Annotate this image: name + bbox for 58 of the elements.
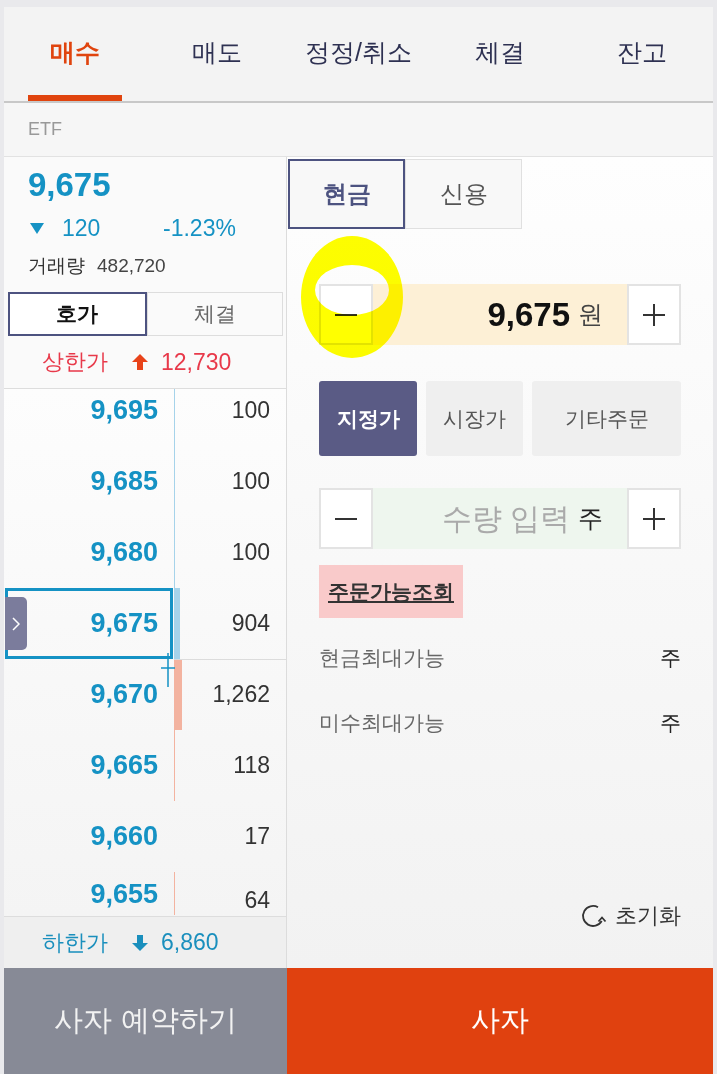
down-arrow-icon bbox=[132, 934, 148, 951]
check-available-button[interactable]: 주문가능조회 bbox=[319, 565, 463, 618]
reset-button[interactable]: 초기화 bbox=[581, 898, 681, 934]
tab[interactable]: 호가 bbox=[8, 292, 147, 336]
order-quantity: 17 bbox=[244, 823, 270, 850]
upper-limit-price: 12,730 bbox=[161, 348, 232, 376]
price-cell[interactable]: 9,695 bbox=[5, 389, 173, 446]
order-quantity: 118 bbox=[233, 752, 270, 779]
order-quantity: 100 bbox=[231, 397, 270, 424]
minus-icon bbox=[335, 517, 357, 520]
tab[interactable]: 체결 bbox=[429, 7, 572, 101]
limit-label: 하한가 bbox=[42, 928, 108, 957]
limit-label: 상한가 bbox=[42, 348, 108, 376]
share-unit: 주 bbox=[660, 645, 681, 671]
tab[interactable]: 현금 bbox=[288, 159, 405, 229]
price-cell[interactable]: 9,665 bbox=[5, 730, 173, 801]
order-quantity: 100 bbox=[231, 539, 270, 566]
order-type-button[interactable]: 시장가 bbox=[426, 381, 523, 456]
price-cell[interactable]: 9,685 bbox=[5, 446, 173, 517]
tab[interactable]: 매도 bbox=[145, 7, 288, 101]
current-price: 9,675 bbox=[28, 165, 111, 205]
order-type-button[interactable]: 기타주문 bbox=[532, 381, 681, 456]
tab[interactable]: 체결 bbox=[146, 292, 283, 336]
plus-icon bbox=[643, 507, 665, 530]
tab[interactable]: 매수 bbox=[4, 7, 146, 101]
max-quantity-label: 현금최대가능 bbox=[319, 645, 445, 671]
increase-button[interactable] bbox=[627, 488, 681, 549]
price-cell[interactable]: 9,670 bbox=[5, 659, 173, 730]
share-unit: 주 bbox=[573, 488, 627, 549]
currency-unit: 원 bbox=[573, 284, 627, 345]
tab[interactable]: 잔고 bbox=[571, 7, 713, 101]
up-arrow-icon bbox=[132, 354, 148, 370]
change-rate: -1.23% bbox=[163, 214, 236, 242]
tab[interactable]: 정정/취소 bbox=[287, 7, 430, 101]
refresh-icon bbox=[581, 904, 607, 928]
chevron-right-icon bbox=[12, 616, 20, 631]
order-quantity: 64 bbox=[244, 887, 270, 913]
lower-limit-price: 6,860 bbox=[161, 929, 219, 956]
order-quantity: 1,262 bbox=[212, 682, 270, 708]
buy-button[interactable]: 사자 bbox=[287, 968, 713, 1074]
max-quantity-label: 미수최대가능 bbox=[319, 710, 445, 736]
drawer-handle[interactable] bbox=[5, 597, 27, 650]
price-cell[interactable]: 9,660 bbox=[5, 801, 173, 872]
crosshair-icon bbox=[161, 653, 175, 687]
instrument-type: ETF bbox=[28, 119, 62, 140]
order-type-button[interactable]: 지정가 bbox=[319, 381, 417, 456]
volume-value: 482,720 bbox=[97, 255, 166, 277]
price-field[interactable]: 9,675 bbox=[373, 284, 573, 345]
price-change: 120 bbox=[62, 214, 102, 242]
increase-button[interactable] bbox=[627, 284, 681, 345]
quantity-input[interactable]: 수량 입력 bbox=[373, 488, 573, 549]
order-quantity: 100 bbox=[231, 468, 270, 495]
price-cell[interactable]: 9,680 bbox=[5, 517, 173, 588]
plus-icon bbox=[643, 303, 665, 326]
order-quantity: 904 bbox=[231, 610, 270, 637]
share-unit: 주 bbox=[660, 710, 681, 736]
tab[interactable]: 신용 bbox=[405, 159, 522, 229]
volume-label: 거래량 bbox=[28, 254, 85, 278]
